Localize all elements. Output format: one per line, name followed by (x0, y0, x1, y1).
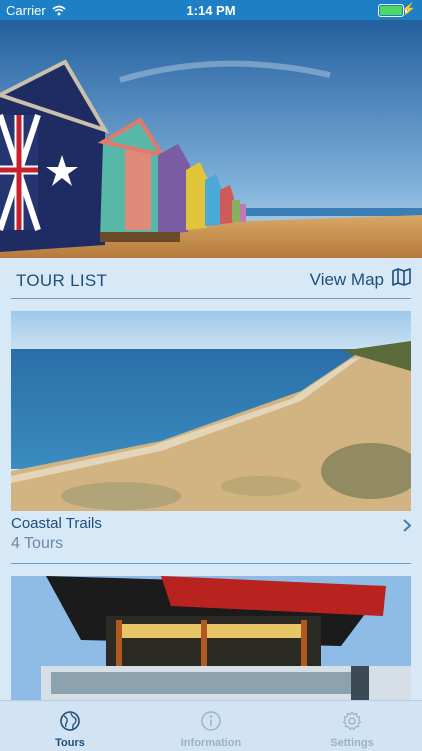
view-map-button[interactable]: View Map (310, 268, 411, 291)
tab-settings[interactable]: Settings (282, 701, 422, 751)
chevron-right-icon (403, 519, 412, 537)
charging-icon: ⚡ (401, 2, 416, 16)
tab-label: Settings (330, 737, 374, 749)
tab-tours[interactable]: Tours (0, 701, 140, 751)
view-map-label: View Map (309, 269, 384, 289)
tour-list-header: TOUR LIST View Map (11, 258, 411, 299)
tab-label: Information (180, 737, 242, 749)
tour-card-image[interactable] (11, 576, 411, 700)
map-icon (392, 268, 411, 291)
tour-list-title: TOUR LIST (16, 271, 108, 290)
status-bar: Carrier 1:14 PM ⚡ (0, 0, 422, 20)
hero-image (0, 20, 422, 258)
clock: 1:14 PM (186, 3, 236, 18)
divider (11, 563, 411, 564)
tab-information[interactable]: Information (141, 701, 281, 751)
tab-label: Tours (55, 737, 85, 749)
tab-bar: Tours Information Settings (0, 700, 422, 751)
tour-count: 4 Tours (11, 535, 64, 552)
tour-card[interactable]: Coastal Trails 4 Tours (11, 515, 412, 555)
tour-card-image[interactable] (11, 311, 411, 511)
tour-title: Coastal Trails (11, 515, 102, 532)
